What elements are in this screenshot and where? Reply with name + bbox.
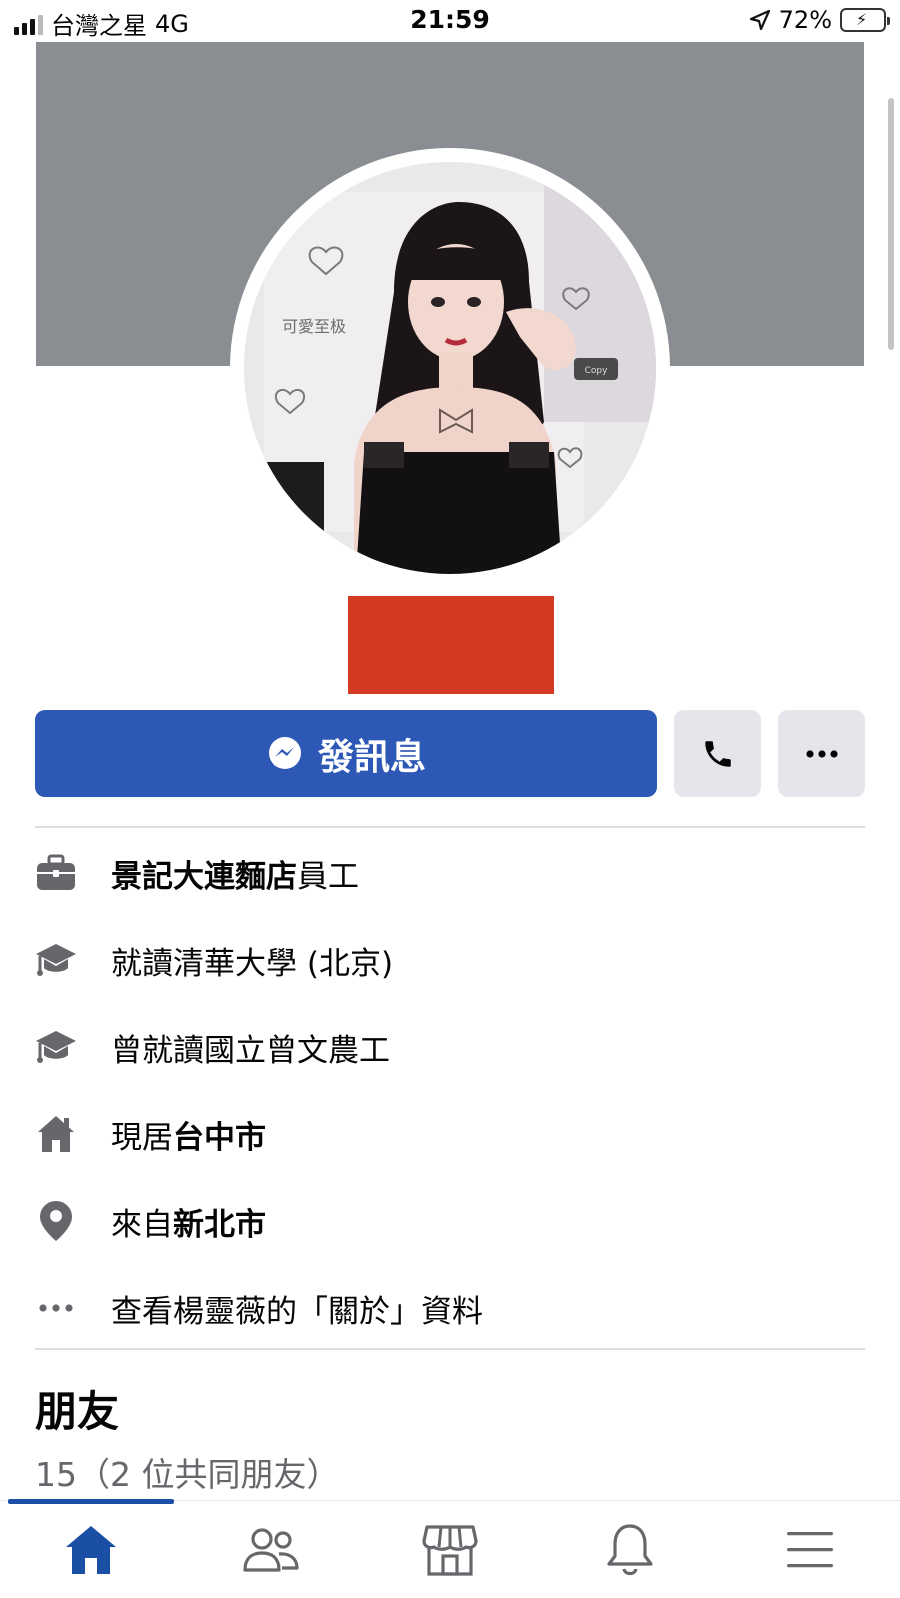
friends-icon [243, 1528, 299, 1572]
home-icon [66, 1526, 116, 1574]
detail-education-current: 就讀清華大學 (北京) [35, 930, 865, 990]
friends-count[interactable]: 15（2 位共同朋友） [35, 1448, 339, 1496]
messenger-icon [268, 736, 301, 769]
battery-icon: ⚡ [840, 8, 890, 32]
detail-education-current-text: 就讀清華大學 (北京) [111, 945, 394, 982]
detail-current-city: 現居台中市 [35, 1104, 865, 1164]
avatar-badge-text: Copy [585, 366, 609, 376]
nav-notifications[interactable] [590, 1515, 670, 1585]
more-dots-icon [805, 749, 838, 758]
detail-education-past: 曾就讀國立曾文農工 [35, 1017, 865, 1077]
location-pin-icon [35, 1200, 77, 1242]
avatar-caption-text: 可愛至极 [282, 317, 346, 336]
profile-picture[interactable]: 可愛至极 Copy [244, 162, 656, 574]
detail-see-about[interactable]: 查看楊靈薇的「關於」資料 [35, 1278, 865, 1338]
section-divider [35, 1348, 865, 1350]
send-message-button[interactable]: 發訊息 [35, 710, 657, 797]
active-tab-indicator [8, 1499, 174, 1504]
graduation-cap-icon [35, 939, 77, 981]
nav-home[interactable] [51, 1515, 131, 1585]
current-city-link[interactable]: 台中市 [173, 1120, 266, 1156]
call-button[interactable] [674, 710, 761, 797]
see-about-info-link[interactable]: 查看楊靈薇的「關於」資料 [111, 1286, 483, 1331]
graduation-cap-icon [35, 1026, 77, 1068]
nav-marketplace[interactable] [410, 1515, 490, 1585]
more-dots-icon [35, 1287, 77, 1329]
employer-name[interactable]: 景記大連麵店 [111, 859, 297, 895]
briefcase-icon [35, 852, 77, 894]
section-divider [35, 826, 865, 828]
detail-work-text: 景記大連麵店員工 [111, 858, 359, 895]
notifications-icon [607, 1524, 653, 1576]
school-name[interactable]: 清華大學 (北京) [173, 946, 393, 982]
home-icon [35, 1113, 77, 1155]
more-options-button[interactable] [778, 710, 865, 797]
detail-current-city-text: 現居台中市 [111, 1119, 266, 1156]
status-right: 72% ⚡ [749, 6, 890, 34]
location-arrow-icon [749, 9, 770, 31]
status-bar: 台灣之星 4G 21:59 72% ⚡ [0, 0, 900, 42]
profile-name-redacted [348, 596, 554, 694]
detail-education-past-text: 曾就讀國立曾文農工 [111, 1032, 390, 1069]
profile-picture-ring: 可愛至极 Copy [230, 148, 670, 588]
school-name[interactable]: 國立曾文農工 [204, 1033, 390, 1069]
send-message-label: 發訊息 [317, 736, 426, 778]
menu-icon [787, 1532, 833, 1568]
scrollbar[interactable] [888, 98, 894, 350]
friends-section-title: 朋友 [35, 1387, 120, 1436]
detail-work: 景記大連麵店員工 [35, 843, 865, 903]
detail-hometown-text: 來自新北市 [111, 1206, 266, 1243]
hometown-link[interactable]: 新北市 [173, 1207, 266, 1243]
phone-icon [704, 740, 731, 767]
marketplace-icon [422, 1525, 478, 1576]
battery-percent: 72% [778, 6, 832, 34]
bottom-navigation [0, 1499, 900, 1598]
detail-hometown: 來自新北市 [35, 1191, 865, 1251]
nav-menu[interactable] [770, 1515, 850, 1585]
nav-friends[interactable] [231, 1515, 311, 1585]
